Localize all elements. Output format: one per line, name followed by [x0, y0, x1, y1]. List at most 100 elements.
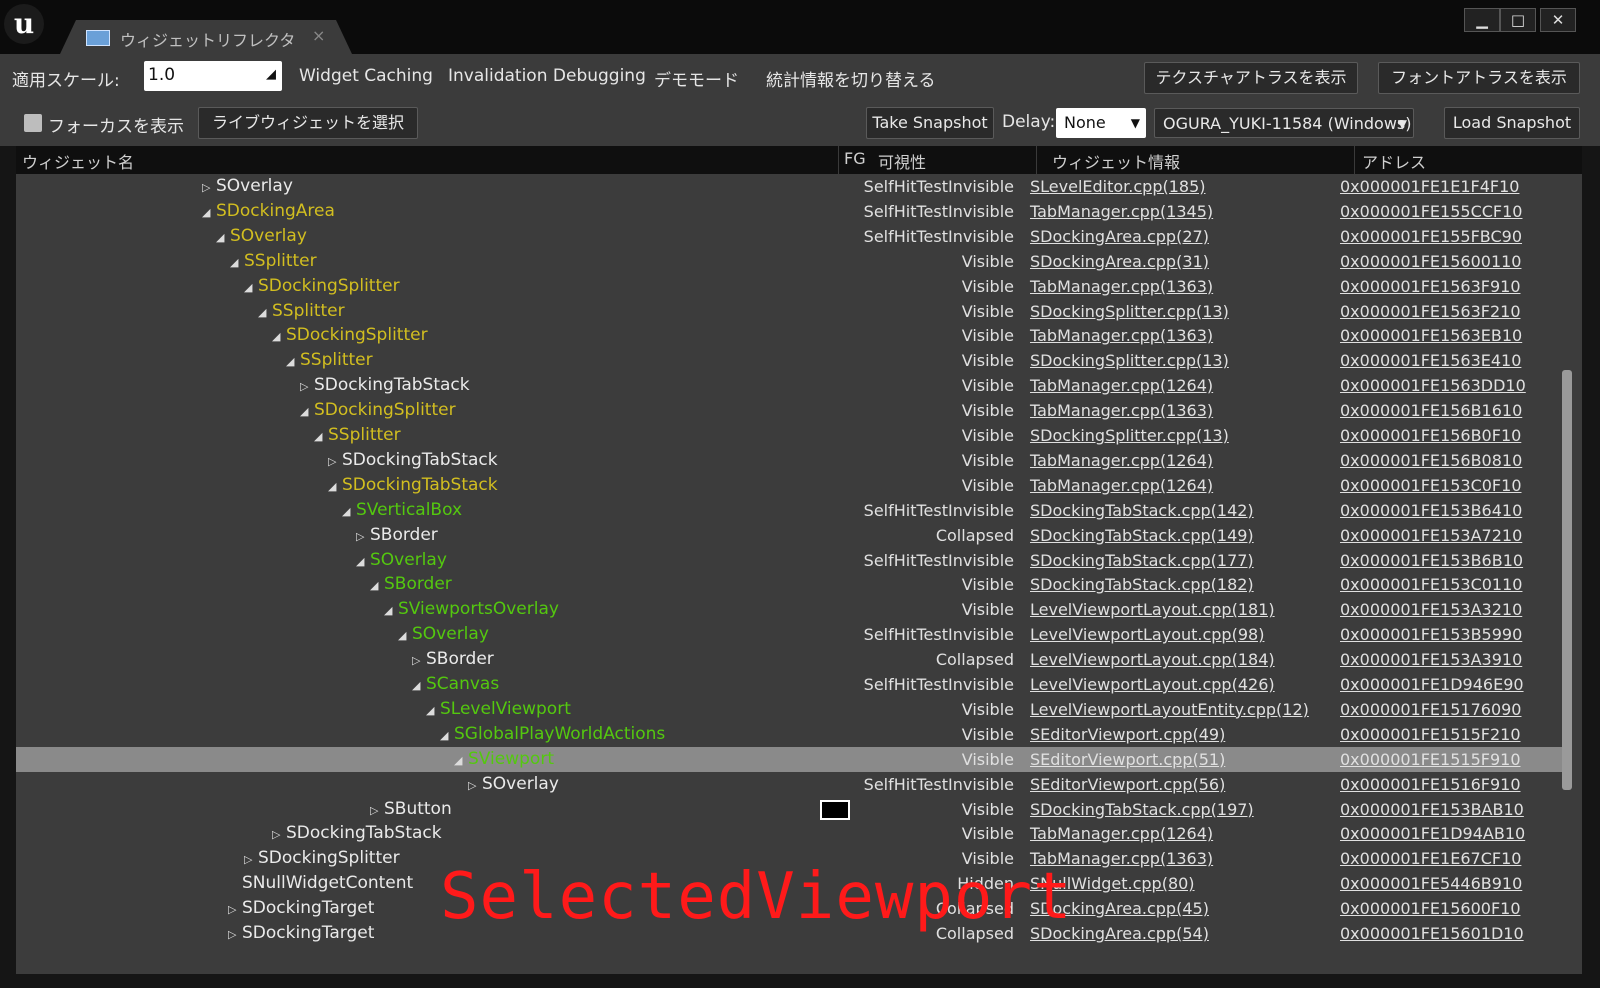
address-link[interactable]: 0x000001FE153A7210 [1340, 523, 1522, 548]
collapse-arrow-icon[interactable]: ◢ [342, 499, 356, 524]
address-link[interactable]: 0x000001FE1563F210 [1340, 299, 1521, 324]
source-link[interactable]: LevelViewportLayoutEntity.cpp(12) [1030, 697, 1309, 722]
collapse-arrow-icon[interactable]: ◢ [454, 748, 468, 773]
close-window-button[interactable]: ✕ [1540, 8, 1576, 32]
source-link[interactable]: TabManager.cpp(1363) [1030, 274, 1213, 299]
address-link[interactable]: 0x000001FE1563DD10 [1340, 373, 1526, 398]
expand-arrow-icon[interactable]: ▷ [300, 374, 314, 399]
tree-row[interactable]: ◢ SGlobalPlayWorldActions Visible SEditorVi… [16, 722, 1566, 747]
address-link[interactable]: 0x000001FE1E67CF10 [1340, 846, 1521, 871]
source-link[interactable]: LevelViewportLayout.cpp(98) [1030, 622, 1264, 647]
tree-row[interactable]: ◢ SOverlay SelfHitTestInvisible SDockingAre… [16, 224, 1566, 249]
tree-row[interactable]: ◢ SSplitter Visible SDockingArea.cpp(31) 0x0… [16, 249, 1566, 274]
expand-arrow-icon[interactable]: ▷ [244, 847, 258, 872]
delay-dropdown[interactable]: None ▼ [1056, 108, 1146, 138]
show-focus-checkbox[interactable] [24, 114, 42, 132]
source-link[interactable]: SDockingTabStack.cpp(177) [1030, 548, 1254, 573]
source-link[interactable]: TabManager.cpp(1363) [1030, 323, 1213, 348]
tree-row[interactable]: ▷ SDockingTabStack Visible TabManager.cpp(1… [16, 448, 1566, 473]
address-link[interactable]: 0x000001FE155FBC90 [1340, 224, 1522, 249]
column-visibility[interactable]: 可視性 [878, 149, 926, 173]
collapse-arrow-icon[interactable]: ◢ [370, 573, 384, 598]
source-link[interactable]: SDockingTabStack.cpp(142) [1030, 498, 1254, 523]
address-link[interactable]: 0x000001FE5446B910 [1340, 871, 1522, 896]
demo-mode-toggle[interactable]: デモモード [654, 66, 739, 91]
address-link[interactable]: 0x000001FE153B6410 [1340, 498, 1522, 523]
source-link[interactable]: SDockingSplitter.cpp(13) [1030, 299, 1229, 324]
source-link[interactable]: SDockingArea.cpp(31) [1030, 249, 1209, 274]
tree-row[interactable]: ◢ SLevelViewport Visible LevelViewportLayou… [16, 697, 1566, 722]
show-texture-atlas-button[interactable]: テクスチャアトラスを表示 [1144, 62, 1358, 94]
collapse-arrow-icon[interactable]: ◢ [244, 275, 258, 300]
expand-arrow-icon[interactable]: ▷ [370, 798, 384, 823]
invalidation-debugging-toggle[interactable]: Invalidation Debugging [448, 66, 646, 86]
tree-row[interactable]: ◢ SCanvas SelfHitTestInvisible LevelViewpor… [16, 672, 1566, 697]
widget-caching-toggle[interactable]: Widget Caching [299, 66, 433, 86]
column-divider[interactable] [838, 146, 839, 174]
address-link[interactable]: 0x000001FE1515F210 [1340, 722, 1521, 747]
address-link[interactable]: 0x000001FE156B0810 [1340, 448, 1522, 473]
column-widget-info[interactable]: ウィジェット情報 [1052, 149, 1180, 173]
source-link[interactable]: TabManager.cpp(1264) [1030, 473, 1213, 498]
address-link[interactable]: 0x000001FE15600F10 [1340, 896, 1521, 921]
tab-close-icon[interactable]: × [312, 26, 325, 45]
source-link[interactable]: SEditorViewport.cpp(51) [1030, 747, 1225, 772]
source-link[interactable]: TabManager.cpp(1264) [1030, 373, 1213, 398]
collapse-arrow-icon[interactable]: ◢ [356, 549, 370, 574]
target-dropdown[interactable]: OGURA_YUKI-11584 (Windows) ▼ [1154, 108, 1414, 138]
address-link[interactable]: 0x000001FE153B6B10 [1340, 548, 1523, 573]
address-link[interactable]: 0x000001FE1563E410 [1340, 348, 1521, 373]
address-link[interactable]: 0x000001FE1D94AB10 [1340, 821, 1525, 846]
column-fg[interactable]: FG [844, 149, 866, 168]
collapse-arrow-icon[interactable]: ◢ [230, 250, 244, 275]
collapse-arrow-icon[interactable]: ◢ [202, 200, 216, 225]
tree-row[interactable]: ◢ SVerticalBox SelfHitTestInvisible SDockin… [16, 498, 1566, 523]
source-link[interactable]: SDockingSplitter.cpp(13) [1030, 423, 1229, 448]
tree-row[interactable]: ◢ SViewportsOverlay Visible LevelViewportLa… [16, 597, 1566, 622]
tree-row[interactable]: ◢ SBorder Visible SDockingTabStack.cpp(182)… [16, 572, 1566, 597]
source-link[interactable]: SDockingTabStack.cpp(149) [1030, 523, 1254, 548]
address-link[interactable]: 0x000001FE153A3210 [1340, 597, 1522, 622]
tree-row[interactable]: ▷ SDockingTabStack Visible TabManager.cpp(1… [16, 821, 1566, 846]
address-link[interactable]: 0x000001FE155CCF10 [1340, 199, 1522, 224]
tree-row[interactable]: ◢ SOverlay SelfHitTestInvisible LevelViewpo… [16, 622, 1566, 647]
tree-row[interactable]: ▷ SButton Visible SDockingTabStack.cpp(197)… [16, 797, 1566, 822]
expand-arrow-icon[interactable]: ▷ [228, 897, 242, 922]
address-link[interactable]: 0x000001FE1516F910 [1340, 772, 1521, 797]
tree-row[interactable]: ◢ SDockingTabStack Visible TabManager.cpp(1… [16, 473, 1566, 498]
collapse-arrow-icon[interactable]: ◢ [286, 349, 300, 374]
take-snapshot-button[interactable]: Take Snapshot [866, 107, 994, 139]
source-link[interactable]: SDockingSplitter.cpp(13) [1030, 348, 1229, 373]
collapse-arrow-icon[interactable]: ◢ [384, 598, 398, 623]
collapse-arrow-icon[interactable]: ◢ [258, 300, 272, 325]
address-link[interactable]: 0x000001FE1D946E90 [1340, 672, 1524, 697]
collapse-arrow-icon[interactable]: ◢ [314, 424, 328, 449]
collapse-arrow-icon[interactable]: ◢ [440, 723, 454, 748]
source-link[interactable]: SEditorViewport.cpp(49) [1030, 722, 1225, 747]
tree-row[interactable]: ◢ SSplitter Visible SDockingSplitter.cpp(13… [16, 348, 1566, 373]
expand-arrow-icon[interactable]: ▷ [202, 175, 216, 200]
tree-row[interactable]: ◢ SOverlay SelfHitTestInvisible SDockingTab… [16, 548, 1566, 573]
column-widget-name[interactable]: ウィジェット名 [22, 149, 134, 173]
toggle-stats-button[interactable]: 統計情報を切り替える [766, 66, 936, 91]
maximize-button[interactable]: □ [1500, 8, 1536, 32]
tree-row[interactable]: ▷ SDockingTabStack Visible TabManager.cpp(1… [16, 373, 1566, 398]
source-link[interactable]: SLevelEditor.cpp(185) [1030, 174, 1206, 199]
column-divider[interactable] [1354, 146, 1355, 174]
tree-row[interactable]: ◢ SDockingSplitter Visible TabManager.cpp(1… [16, 274, 1566, 299]
collapse-arrow-icon[interactable]: ◢ [328, 474, 342, 499]
expand-arrow-icon[interactable]: ▷ [228, 922, 242, 947]
expand-arrow-icon[interactable]: ▷ [356, 524, 370, 549]
source-link[interactable]: TabManager.cpp(1363) [1030, 398, 1213, 423]
address-link[interactable]: 0x000001FE15176090 [1340, 697, 1521, 722]
collapse-arrow-icon[interactable]: ◢ [412, 673, 426, 698]
tree-row[interactable]: ◢ SDockingSplitter Visible TabManager.cpp(1… [16, 323, 1566, 348]
source-link[interactable]: SDockingArea.cpp(27) [1030, 224, 1209, 249]
tree-row[interactable]: ◢ SDockingSplitter Visible TabManager.cpp(1… [16, 398, 1566, 423]
collapse-arrow-icon[interactable]: ◢ [300, 399, 314, 424]
widget-tree[interactable]: ▷ SOverlay SelfHitTestInvisible SLevelEdito… [16, 174, 1582, 974]
expand-arrow-icon[interactable]: ▷ [328, 449, 342, 474]
address-link[interactable]: 0x000001FE153BAB10 [1340, 797, 1524, 822]
address-link[interactable]: 0x000001FE153B5990 [1340, 622, 1522, 647]
address-link[interactable]: 0x000001FE1563EB10 [1340, 323, 1522, 348]
